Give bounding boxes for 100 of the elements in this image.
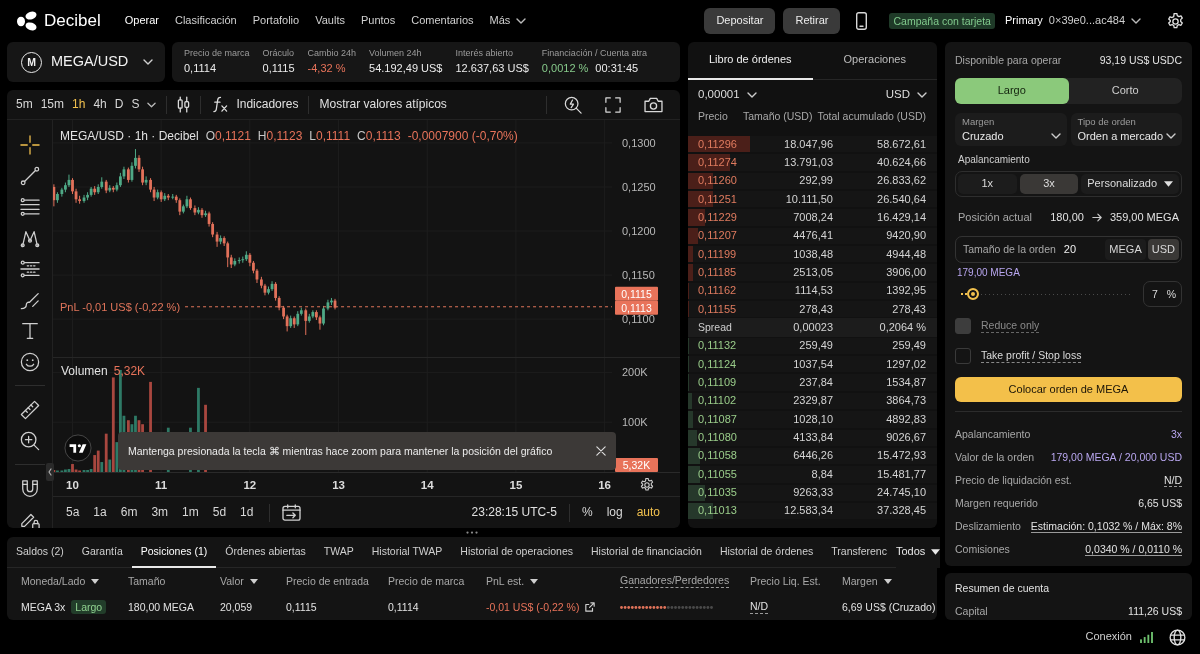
phone-icon[interactable] — [856, 12, 868, 30]
bid-price: 0,11132 — [698, 339, 738, 353]
close-icon[interactable] — [596, 446, 606, 456]
scale-toggle[interactable]: auto — [632, 505, 664, 520]
header-button[interactable]: Depositar — [704, 8, 776, 34]
panel-tab[interactable]: Historial de financiación — [582, 537, 711, 568]
side-badge: Largo — [71, 599, 107, 615]
select-field[interactable]: Tipo de orden Orden a mercado — [1070, 113, 1182, 146]
scale-toggle[interactable]: log — [602, 505, 627, 520]
order-size-field[interactable]: Tamaño de la orden 20 MEGA USD — [955, 236, 1182, 264]
checkbox[interactable] — [955, 348, 971, 365]
candlestick-icon[interactable] — [177, 96, 191, 113]
unit-toggle[interactable]: MEGA — [1105, 239, 1146, 261]
panel-tab[interactable]: Historial de órdenes — [710, 537, 823, 568]
settings-icon[interactable] — [1167, 12, 1184, 30]
horizontal-lines-icon[interactable] — [19, 196, 40, 217]
drag-handle-icon[interactable] — [465, 531, 479, 534]
column-header: Ganadores/Perdedores — [620, 574, 730, 588]
range-button[interactable]: 1m — [178, 505, 203, 520]
leverage-option[interactable]: Personalizado — [1081, 174, 1179, 194]
promo-label[interactable]: Campaña con tarjeta — [889, 12, 995, 30]
interval-tab[interactable]: 5m — [12, 97, 37, 112]
place-order-button[interactable]: Colocar orden de MEGA — [955, 377, 1182, 403]
unit-toggle[interactable]: USD — [1147, 239, 1179, 261]
panel-tab[interactable]: Saldos (2) — [7, 537, 73, 568]
slider-thumb[interactable] — [966, 288, 979, 301]
market-selector[interactable]: M MEGA/USD — [7, 42, 165, 82]
panel-tab[interactable]: Historial de operaciones — [451, 537, 582, 568]
nav-link[interactable]: Clasificación — [174, 14, 237, 28]
nav-link[interactable]: Comentarios — [411, 14, 474, 28]
checkbox-label: Take profit / Stop loss — [981, 349, 1082, 363]
range-button[interactable]: 1a — [89, 505, 111, 520]
tick-size-dropdown[interactable]: 0,00001 — [698, 88, 757, 102]
account-selector[interactable]: Primary 0×39e0...ac484 — [1004, 14, 1141, 28]
nav-link[interactable]: Portafolio — [252, 14, 300, 28]
share-icon[interactable] — [585, 602, 596, 612]
ask-price: 0,11199 — [698, 247, 738, 261]
axis-label: 15 — [509, 479, 523, 491]
panel-tab[interactable]: Operaciones — [812, 42, 937, 80]
globe-icon[interactable] — [1169, 628, 1186, 646]
panel-tab[interactable]: Historial TWAP — [362, 537, 452, 568]
interval-tab[interactable]: S — [127, 97, 144, 112]
nav-link[interactable]: Operar — [124, 14, 159, 28]
sort-caret-icon[interactable] — [91, 578, 100, 584]
zoom-in-icon[interactable] — [19, 430, 40, 451]
panel-tab[interactable]: Garantía — [72, 537, 132, 568]
interval-tab[interactable]: 1h — [68, 97, 90, 112]
sort-caret-icon[interactable] — [249, 578, 258, 584]
zoom-search-icon[interactable] — [564, 95, 582, 114]
range-button[interactable]: 3m — [147, 505, 173, 520]
percent-field[interactable]: 7 % — [1143, 281, 1182, 308]
fullscreen-icon[interactable] — [605, 96, 621, 113]
range-button[interactable]: 1d — [236, 505, 258, 520]
currency-dropdown[interactable]: USD — [885, 88, 927, 102]
trend-line-icon[interactable] — [19, 165, 40, 186]
panel-tab[interactable]: TWAP — [314, 537, 363, 568]
ohlc-value: O0,1121 — [205, 129, 251, 144]
ask-price: 0,11260 — [698, 174, 738, 188]
text-tool-icon[interactable] — [19, 320, 40, 341]
cumulative-total: 4892,83 — [885, 412, 926, 426]
summary-label: Deslizamiento — [955, 520, 1021, 533]
nav-link[interactable]: Más — [489, 14, 527, 28]
range-button[interactable]: 5a — [62, 505, 84, 520]
side-toggle[interactable]: Corto — [1068, 78, 1182, 104]
scale-toggle[interactable]: % — [577, 505, 597, 520]
camera-icon[interactable] — [644, 96, 663, 113]
interval-tab[interactable]: D — [110, 97, 128, 112]
interval-tab[interactable]: 4h — [89, 97, 111, 112]
select-field[interactable]: Margen Cruzado — [955, 113, 1067, 146]
interval-tab[interactable]: 15m — [36, 97, 68, 112]
calendar-icon[interactable] — [282, 504, 302, 521]
ruler-icon[interactable] — [19, 399, 40, 420]
settings-icon[interactable] — [641, 478, 653, 491]
chevron-left-icon[interactable] — [46, 463, 54, 481]
nav-link[interactable]: Vaults — [315, 14, 345, 28]
order-size: 8,84 — [810, 467, 833, 481]
stat-label: Cambio 24h — [307, 48, 357, 59]
leverage-option[interactable]: 1x — [958, 174, 1017, 194]
filter-dropdown[interactable]: Todos — [895, 536, 941, 568]
panel-tab[interactable]: Transferenc — [822, 537, 896, 568]
indicators-button[interactable]: Indicadores — [211, 96, 299, 113]
chevron-down-icon[interactable] — [147, 101, 157, 108]
smiley-icon[interactable] — [19, 351, 40, 372]
panel-tab[interactable]: Libro de órdenes — [688, 42, 813, 80]
range-button[interactable]: 5d — [208, 505, 231, 520]
sort-caret-icon[interactable] — [883, 578, 892, 584]
nav-link[interactable]: Puntos — [360, 14, 396, 28]
summary-value: 111,26 US$ — [1128, 605, 1182, 618]
leverage-option[interactable]: 3x — [1019, 174, 1079, 194]
cumulative-total: 26.833,62 — [876, 174, 926, 188]
outliers-button[interactable]: Mostrar valores atípicos — [319, 97, 447, 112]
sort-caret-icon[interactable] — [530, 578, 539, 584]
parallel-lines-icon[interactable] — [19, 258, 40, 279]
range-button[interactable]: 6m — [116, 505, 142, 520]
magnet-icon[interactable] — [19, 478, 40, 499]
panel-tab[interactable]: Posiciones (1) — [131, 537, 217, 568]
panel-tab[interactable]: Órdenes abiertas — [216, 537, 315, 568]
header-button[interactable]: Retirar — [783, 8, 841, 34]
side-toggle[interactable]: Largo — [955, 78, 1069, 104]
crosshair-icon[interactable] — [19, 134, 40, 155]
